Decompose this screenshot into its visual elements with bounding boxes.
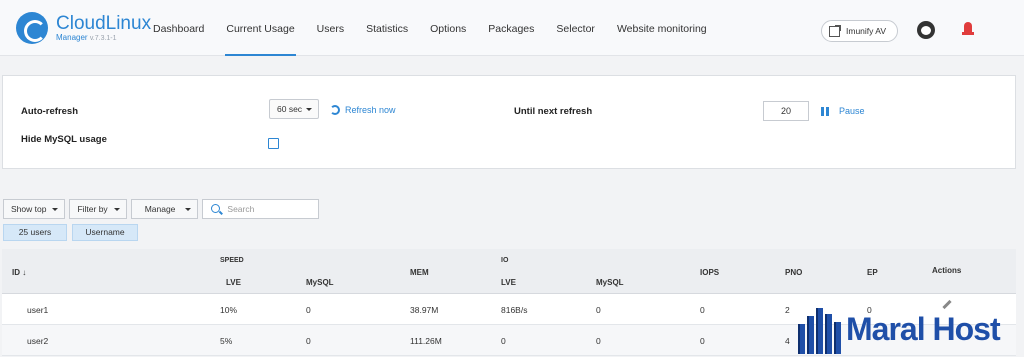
show-top-dropdown[interactable]: Show top xyxy=(3,199,66,219)
nav-packages[interactable]: Packages xyxy=(477,0,545,56)
col-iops[interactable]: IOPS xyxy=(700,268,719,277)
brand-version: v.7.3.1-1 xyxy=(89,35,117,42)
cell-speed-lve: 10% xyxy=(220,305,238,315)
maral-host-watermark: Maral Host xyxy=(798,303,1020,355)
nav-users[interactable]: Users xyxy=(306,0,355,56)
nav-options[interactable]: Options xyxy=(419,0,477,56)
users-count-tag[interactable]: 25 users xyxy=(3,224,67,241)
table-header: ID ↓ SPEED LVE MySQL MEM IO LVE MySQL IO… xyxy=(2,249,1016,294)
brand-sub: Manager xyxy=(56,33,88,42)
auto-refresh-label: Auto-refresh xyxy=(21,106,79,117)
pause-button[interactable]: Pause xyxy=(821,106,865,116)
col-ep[interactable]: EP xyxy=(867,268,878,277)
col-pno[interactable]: PNO xyxy=(785,268,802,277)
col-mem[interactable]: MEM xyxy=(410,268,429,277)
alarm-icon[interactable] xyxy=(962,22,974,36)
cell-io-mysql: 0 xyxy=(596,336,601,346)
cell-speed-mysql: 0 xyxy=(306,305,311,315)
search-placeholder: Search xyxy=(227,204,255,214)
nav-statistics[interactable]: Statistics xyxy=(355,0,419,56)
imunify-label: Imunify AV xyxy=(846,26,886,36)
cell-mem: 111.26M xyxy=(410,336,442,346)
cloudlinux-logo-icon xyxy=(16,12,48,44)
cell-mem: 38.97M xyxy=(410,305,439,315)
username-tag[interactable]: Username xyxy=(72,224,138,241)
col-io-mysql[interactable]: MySQL xyxy=(596,278,624,287)
refresh-now-label: Refresh now xyxy=(345,105,396,115)
search-icon xyxy=(211,204,221,213)
brand-name: CloudLinux xyxy=(56,13,152,34)
filter-by-dropdown[interactable]: Filter by xyxy=(69,199,127,219)
cell-id: user2 xyxy=(27,336,49,346)
pause-label: Pause xyxy=(839,106,865,116)
until-next-refresh-label: Until next refresh xyxy=(514,106,593,117)
nav-dashboard[interactable]: Dashboard xyxy=(142,0,215,56)
maral-host-logo-icon xyxy=(798,304,844,354)
nav-website-monitoring[interactable]: Website monitoring xyxy=(606,0,718,56)
main-nav: Dashboard Current Usage Users Statistics… xyxy=(142,0,718,56)
watermark-text: Maral Host xyxy=(846,310,1001,347)
manage-dropdown[interactable]: Manage xyxy=(130,199,199,219)
cell-io-lve: 816B/s xyxy=(501,305,528,315)
cell-pno: 4 xyxy=(785,336,790,346)
sort-down-icon: ↓ xyxy=(22,268,27,277)
search-input[interactable]: Search xyxy=(202,199,320,219)
interval-select[interactable]: 60 sec xyxy=(269,99,319,119)
col-group-speed: SPEED xyxy=(220,257,244,264)
refresh-now-link[interactable]: Refresh now xyxy=(330,105,396,115)
external-link-icon xyxy=(829,24,841,37)
cell-iops: 0 xyxy=(700,336,705,346)
pause-icon xyxy=(821,106,829,116)
cell-io-lve: 0 xyxy=(501,336,506,346)
col-speed-mysql[interactable]: MySQL xyxy=(306,278,334,287)
top-header: CloudLinux Manager v.7.3.1-1 Dashboard C… xyxy=(0,0,1024,56)
hide-mysql-checkbox[interactable] xyxy=(268,138,279,149)
refresh-icon xyxy=(330,105,340,115)
col-io-lve[interactable]: LVE xyxy=(501,278,516,287)
cell-speed-mysql: 0 xyxy=(306,336,311,346)
countdown-field[interactable]: 20 xyxy=(763,101,809,121)
col-speed-lve[interactable]: LVE xyxy=(226,278,241,287)
cell-io-mysql: 0 xyxy=(596,305,601,315)
support-icon[interactable] xyxy=(917,21,935,39)
col-id[interactable]: ID ↓ xyxy=(12,268,26,277)
col-actions: Actions xyxy=(932,266,962,275)
nav-selector[interactable]: Selector xyxy=(545,0,606,56)
cell-id: user1 xyxy=(27,305,49,315)
refresh-settings-panel: Auto-refresh 60 sec Refresh now Until ne… xyxy=(2,75,1016,169)
hide-mysql-label: Hide MySQL usage xyxy=(21,134,107,145)
table-toolbar: Show top Filter by Manage Search xyxy=(3,199,320,219)
col-group-io: IO xyxy=(501,257,509,264)
imunify-av-button[interactable]: Imunify AV xyxy=(821,20,898,42)
nav-current-usage[interactable]: Current Usage xyxy=(215,0,305,56)
cloudlinux-logo[interactable]: CloudLinux Manager v.7.3.1-1 xyxy=(16,12,151,44)
cell-speed-lve: 5% xyxy=(220,336,233,346)
cell-iops: 0 xyxy=(700,305,705,315)
cell-pno: 2 xyxy=(785,305,790,315)
